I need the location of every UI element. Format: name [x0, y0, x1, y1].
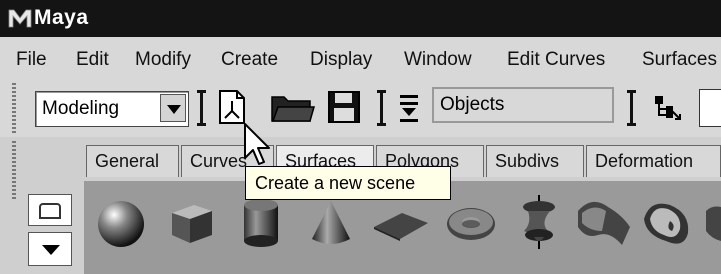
nurbs-plane-icon[interactable] [370, 191, 432, 253]
planar-icon[interactable] [636, 191, 698, 253]
menu-window[interactable]: Window [404, 49, 472, 71]
selection-mask-menu-icon[interactable] [398, 93, 420, 123]
tab-subdivs[interactable]: Subdivs [486, 145, 584, 177]
menu-edit-curves[interactable]: Edit Curves [507, 49, 605, 71]
extrude-icon[interactable] [702, 191, 721, 253]
selection-mask-field[interactable]: Objects [432, 87, 614, 123]
menu-file[interactable]: File [16, 49, 47, 71]
status-line: Modeling Objects [0, 79, 721, 137]
shelf-grip[interactable] [12, 141, 16, 201]
selection-mask-value: Objects [440, 94, 505, 115]
nurbs-cube-icon[interactable] [160, 191, 222, 253]
revolve-icon[interactable] [508, 191, 570, 253]
menu-display[interactable]: Display [310, 49, 372, 71]
menu-edit[interactable]: Edit [76, 49, 109, 71]
tab-deformation[interactable]: Deformation [586, 145, 721, 177]
mode-selector[interactable]: Modeling [35, 91, 189, 127]
nurbs-torus-icon[interactable] [440, 191, 502, 253]
tab-general[interactable]: General [86, 145, 179, 177]
nurbs-cylinder-icon[interactable] [230, 191, 292, 253]
dropdown-arrow-icon[interactable] [160, 94, 186, 122]
shelf: General Curves Surfaces Polygons Subdivs… [0, 137, 721, 274]
open-folder-icon[interactable] [270, 91, 316, 123]
mode-selector-value: Modeling [42, 98, 120, 119]
toolbar-separator[interactable] [197, 90, 206, 126]
tooltip: Create a new scene [245, 166, 451, 200]
nurbs-sphere-icon[interactable] [90, 191, 152, 253]
mouse-cursor-icon [244, 123, 270, 165]
toolbar-separator[interactable] [377, 90, 386, 126]
nurbs-cone-icon[interactable] [300, 191, 362, 253]
window-title: Maya [34, 6, 89, 29]
select-object-button[interactable] [699, 89, 721, 127]
shelf-controls [28, 194, 72, 268]
title-bar: Maya [0, 0, 721, 37]
menu-surfaces[interactable]: Surfaces [642, 49, 717, 71]
new-scene-icon[interactable] [217, 89, 247, 125]
toolbar-separator[interactable] [627, 90, 636, 126]
menu-modify[interactable]: Modify [135, 49, 191, 71]
menu-create[interactable]: Create [221, 49, 278, 71]
toolbar-grip[interactable] [12, 83, 16, 135]
menu-bar: File Edit Modify Create Display Window E… [0, 37, 721, 79]
maya-logo-icon [8, 9, 32, 28]
shelf-menu-button[interactable] [28, 232, 72, 266]
select-hierarchy-icon[interactable] [652, 93, 682, 123]
shelf-tabs-toggle[interactable] [28, 194, 72, 226]
loft-icon[interactable] [572, 191, 634, 253]
save-disk-icon[interactable] [327, 90, 361, 124]
